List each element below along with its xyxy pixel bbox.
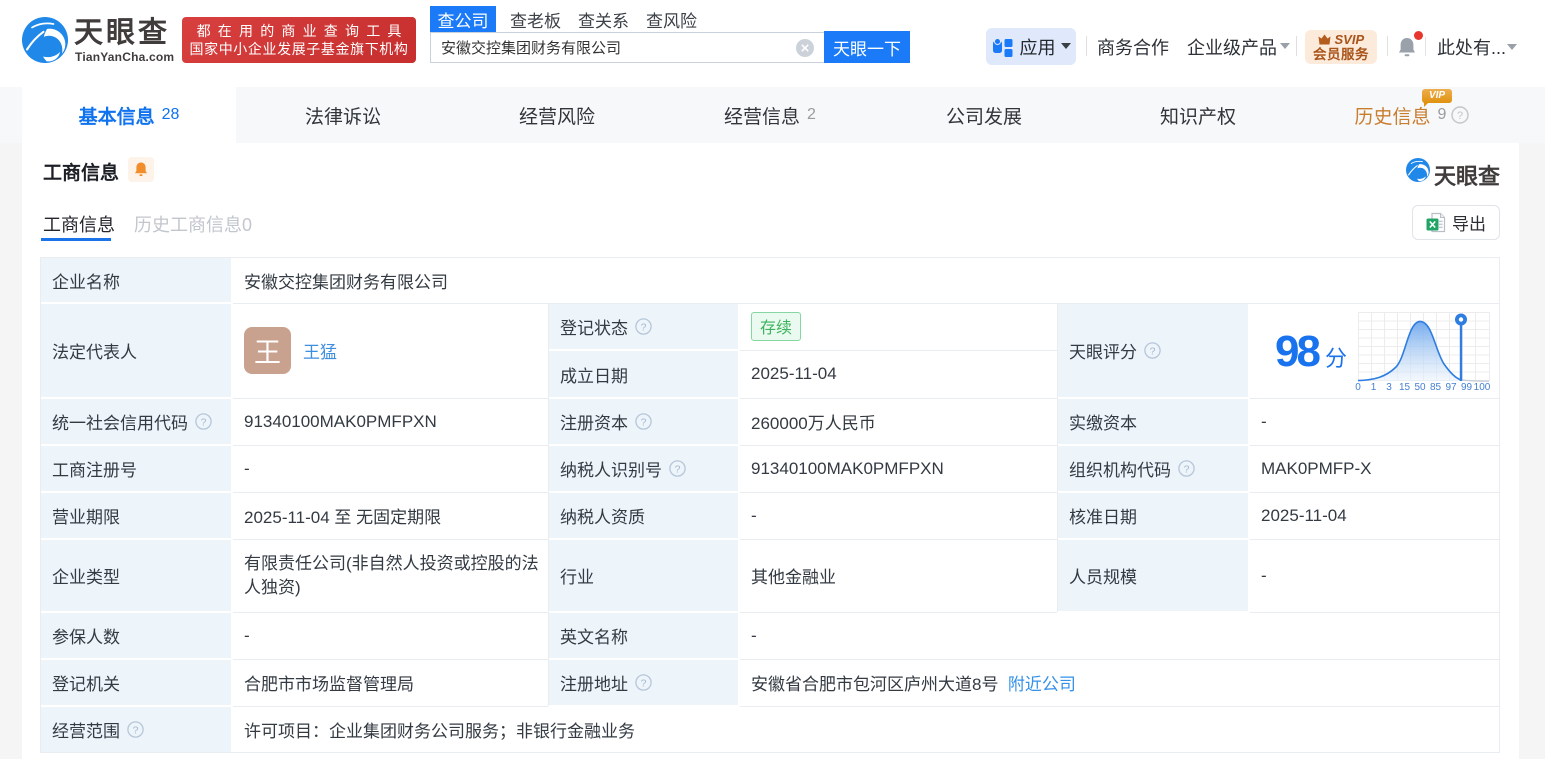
svg-text:?: ? — [1150, 345, 1156, 357]
svg-text:?: ? — [641, 321, 647, 333]
svg-text:?: ? — [641, 416, 647, 428]
svg-text:?: ? — [675, 463, 681, 475]
svg-text:?: ? — [641, 677, 647, 689]
svg-text:?: ? — [1457, 110, 1463, 122]
svg-text:?: ? — [1184, 463, 1190, 475]
svg-text:?: ? — [201, 416, 207, 428]
svg-text:?: ? — [133, 724, 139, 736]
